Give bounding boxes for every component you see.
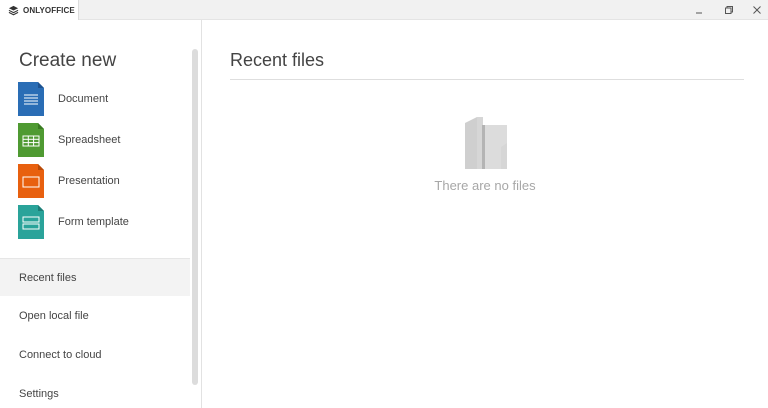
app-tab[interactable]: ONLYOFFICE — [0, 0, 79, 20]
empty-folder-icon — [465, 117, 507, 169]
minimize-button[interactable] — [684, 0, 714, 20]
title-divider — [230, 79, 744, 80]
document-icon — [18, 82, 44, 116]
create-form-template-label: Form template — [58, 216, 129, 228]
close-icon — [753, 6, 761, 14]
page-title: Recent files — [230, 50, 325, 70]
onlyoffice-logo-icon — [8, 5, 19, 15]
create-form-template-button[interactable]: Form template — [18, 205, 188, 239]
main-panel: Recent files There are no files — [202, 20, 768, 408]
nav-open-local-file[interactable]: Open local file — [0, 297, 190, 335]
create-presentation-label: Presentation — [58, 175, 120, 187]
form-template-icon — [18, 205, 44, 239]
nav-settings[interactable]: Settings — [0, 375, 190, 408]
minimize-icon — [696, 12, 702, 14]
create-new-title: Create new — [19, 50, 117, 71]
close-button[interactable] — [742, 0, 768, 20]
spreadsheet-icon — [18, 123, 44, 157]
nav-connect-to-cloud[interactable]: Connect to cloud — [0, 336, 190, 374]
create-spreadsheet-button[interactable]: Spreadsheet — [18, 123, 188, 157]
nav-recent-files[interactable]: Recent files — [0, 258, 190, 296]
create-presentation-button[interactable]: Presentation — [18, 164, 188, 198]
sidebar: Create new Document Spreadsheet Presenta… — [0, 20, 202, 408]
sidebar-scrollbar[interactable] — [192, 49, 198, 385]
create-document-button[interactable]: Document — [18, 82, 188, 116]
empty-state-message: There are no files — [434, 178, 536, 193]
app-name: ONLYOFFICE — [23, 5, 75, 15]
title-bar: ONLYOFFICE — [0, 0, 768, 20]
restore-icon — [725, 6, 733, 14]
create-spreadsheet-label: Spreadsheet — [58, 134, 121, 146]
presentation-icon — [18, 164, 44, 198]
create-document-label: Document — [58, 93, 109, 105]
restore-button[interactable] — [714, 0, 744, 20]
